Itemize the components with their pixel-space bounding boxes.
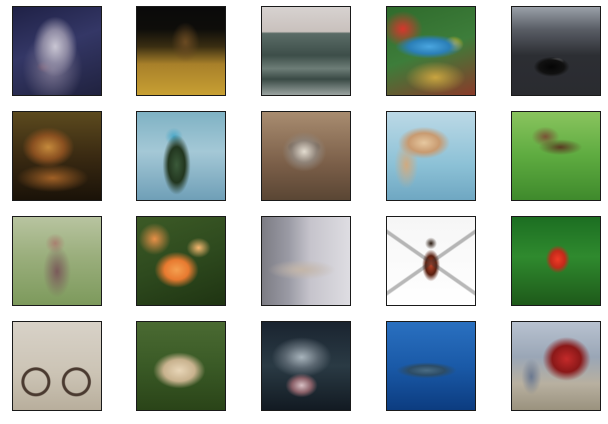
red-flower-image <box>512 217 600 305</box>
cat-image <box>13 112 101 200</box>
image-tile-street <box>261 216 351 306</box>
image-tile-deer <box>12 216 102 306</box>
bottle-image <box>137 112 225 200</box>
image-tile-mushroom <box>136 321 226 411</box>
bus-image <box>512 322 600 410</box>
sea-waves-image <box>262 7 350 95</box>
image-tile-bottle <box>136 111 226 201</box>
image-tile-lizard <box>511 111 601 201</box>
goldfish-image <box>137 217 225 305</box>
deer-image <box>13 217 101 305</box>
trout-image <box>387 112 475 200</box>
lizard-image <box>512 112 600 200</box>
image-tile-goldfish <box>136 216 226 306</box>
skunk-on-road-image <box>512 7 600 95</box>
wolf-image <box>13 7 101 95</box>
image-tile-skunk-on-road <box>511 6 601 96</box>
image-tile-bicycle <box>12 321 102 411</box>
image-tile-fish <box>386 6 476 96</box>
bicycle-image <box>13 322 101 410</box>
image-tile-bus <box>511 321 601 411</box>
shark-image <box>262 322 350 410</box>
fox-in-grass-image <box>137 7 225 95</box>
image-tile-wolf <box>12 6 102 96</box>
image-tile-beetle <box>386 216 476 306</box>
image-grid <box>0 0 608 424</box>
beetle-legs <box>387 217 475 305</box>
mushroom-image <box>137 322 225 410</box>
image-tile-sea-waves <box>261 6 351 96</box>
fish-image <box>387 7 475 95</box>
raccoon-image <box>262 112 350 200</box>
image-tile-whale <box>386 321 476 411</box>
image-tile-fox-in-grass <box>136 6 226 96</box>
image-tile-raccoon <box>261 111 351 201</box>
whale-image <box>387 322 475 410</box>
image-tile-shark <box>261 321 351 411</box>
image-tile-red-flower <box>511 216 601 306</box>
image-tile-trout <box>386 111 476 201</box>
image-tile-cat <box>12 111 102 201</box>
street-image <box>262 217 350 305</box>
